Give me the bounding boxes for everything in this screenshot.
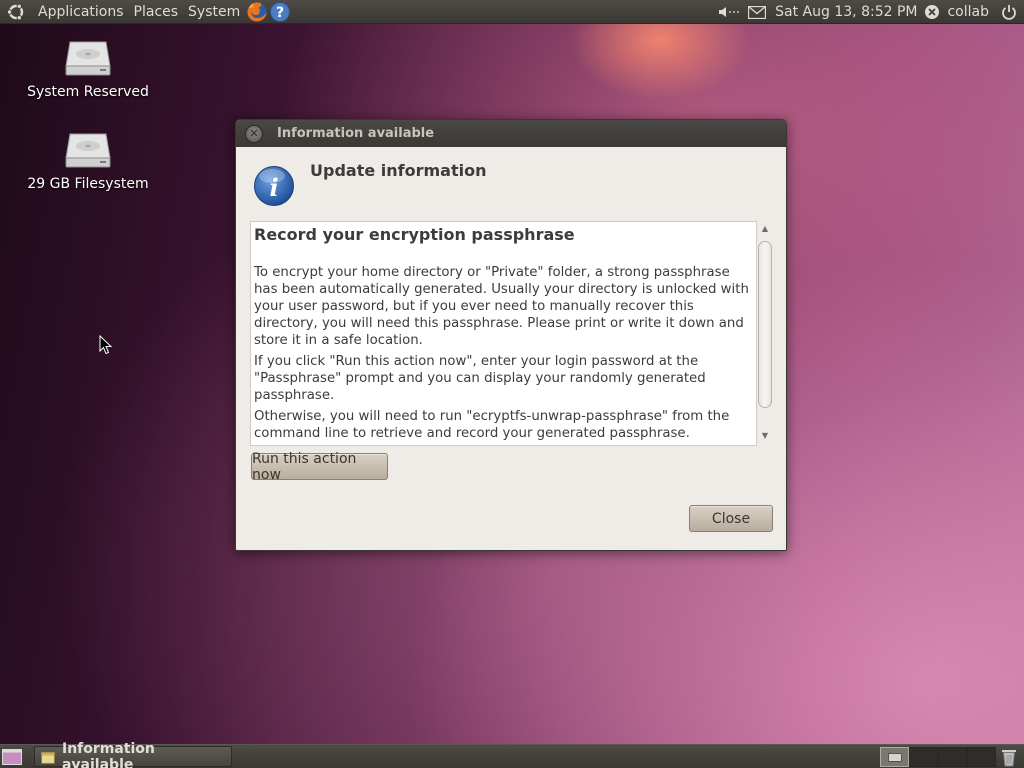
desktop-icon-label: System Reserved	[27, 84, 149, 100]
window-icon	[41, 751, 55, 764]
system-tray: Sat Aug 13, 8:52 PM collab	[714, 0, 1024, 24]
power-icon[interactable]	[994, 4, 1024, 20]
menu-applications[interactable]: Applications	[33, 0, 129, 24]
info-text-area[interactable]: Record your encryption passphrase To enc…	[250, 221, 757, 446]
taskbar-item-information-available[interactable]: Information available	[34, 741, 232, 768]
scroll-down-arrow-icon[interactable]: ▼	[757, 431, 773, 440]
workspace-2[interactable]	[909, 747, 938, 767]
top-panel: Applications Places System ? Sat Aug 13,…	[0, 0, 1024, 24]
close-button[interactable]: Close	[689, 505, 773, 532]
user-status-icon[interactable]	[922, 4, 942, 20]
content-paragraph: If you click "Run this action now", ente…	[254, 354, 706, 403]
workspace-1[interactable]	[880, 747, 909, 767]
ubuntu-logo-icon[interactable]	[6, 2, 26, 22]
content-paragraph: To encrypt your home directory or "Priva…	[254, 265, 749, 348]
window-close-icon[interactable]: ✕	[245, 124, 263, 143]
volume-icon[interactable]	[714, 5, 744, 19]
user-name[interactable]: collab	[942, 4, 994, 20]
content-title: Record your encryption passphrase	[254, 225, 575, 244]
mouse-cursor-icon	[99, 335, 113, 355]
help-icon[interactable]: ?	[269, 1, 291, 23]
workspace-4[interactable]	[967, 747, 996, 767]
firefox-icon[interactable]	[246, 1, 268, 23]
clock[interactable]: Sat Aug 13, 8:52 PM	[770, 4, 922, 20]
desktop-icon-29gb-filesystem[interactable]: 29 GB Filesystem	[18, 132, 158, 192]
dialog-titlebar[interactable]: ✕ Information available	[236, 120, 786, 147]
menu-system[interactable]: System	[183, 0, 245, 24]
vertical-scrollbar[interactable]: ▲ ▼	[757, 221, 773, 446]
dialog-heading: Update information	[310, 161, 487, 180]
svg-text:i: i	[269, 173, 278, 202]
desktop-icon-label: 29 GB Filesystem	[27, 176, 149, 192]
trash-icon[interactable]	[999, 747, 1019, 767]
information-dialog: ✕ Information available i Update informa…	[235, 119, 787, 551]
svg-text:?: ?	[276, 5, 284, 21]
drive-icon	[65, 133, 111, 168]
drive-icon	[65, 41, 111, 76]
content-paragraph: Otherwise, you will need to run "ecryptf…	[254, 409, 730, 441]
taskbar-item-label: Information available	[61, 740, 155, 768]
menu-places[interactable]: Places	[129, 0, 184, 24]
dialog-title: Information available	[277, 126, 435, 141]
workspace-switcher[interactable]	[880, 747, 996, 767]
scroll-up-arrow-icon[interactable]: ▲	[757, 224, 773, 233]
run-action-button[interactable]: Run this action now	[251, 451, 388, 483]
bottom-panel: Information available	[0, 741, 1024, 768]
info-icon: i	[254, 166, 294, 206]
scroll-thumb[interactable]	[758, 241, 772, 408]
show-desktop-icon[interactable]	[0, 747, 24, 767]
workspace-3[interactable]	[938, 747, 967, 767]
mail-icon[interactable]	[744, 5, 770, 19]
desktop-icon-system-reserved[interactable]: System Reserved	[18, 40, 158, 100]
